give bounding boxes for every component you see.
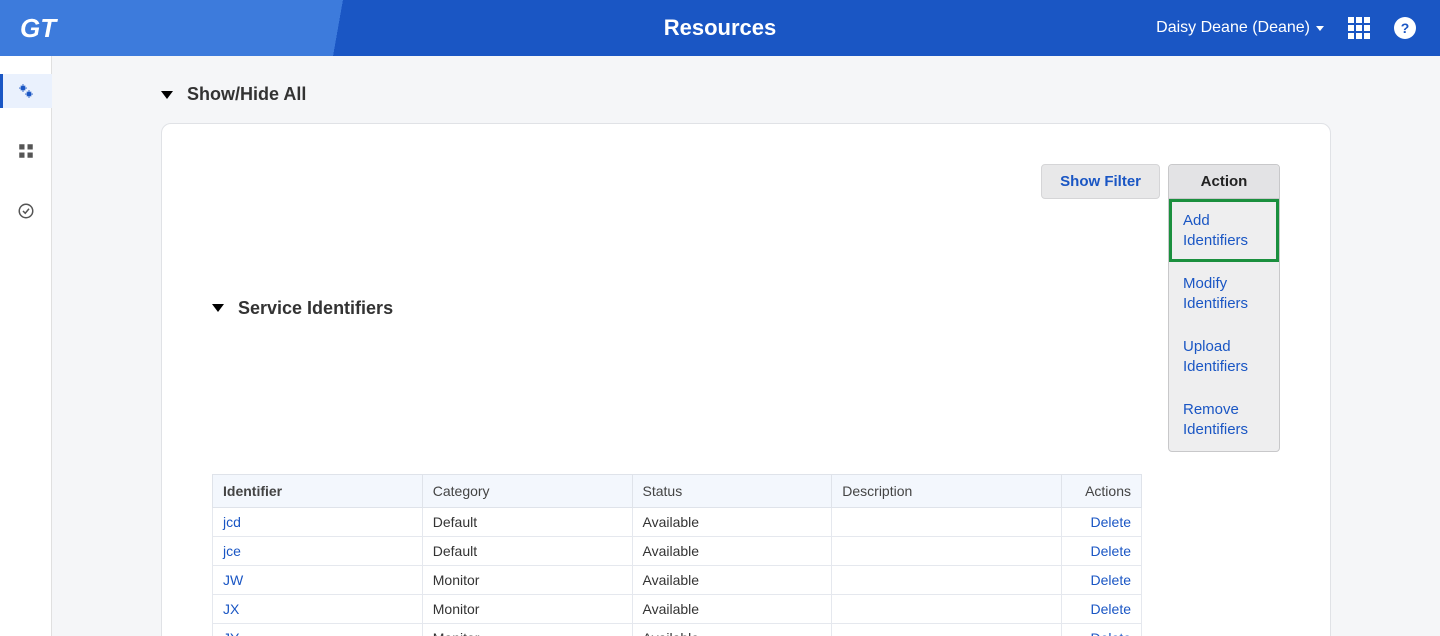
sidebar-item-settings[interactable] [0, 74, 52, 108]
col-description[interactable]: Description [832, 475, 1062, 508]
description-cell [832, 595, 1062, 624]
help-icon[interactable]: ? [1394, 17, 1416, 39]
action-dropdown: Action Add Identifiers Modify Identifier… [1168, 164, 1280, 452]
app-header: GT Resources Daisy Deane (Deane) ? [0, 0, 1440, 56]
action-menu-remove-identifiers[interactable]: Remove Identifiers [1169, 388, 1279, 451]
category-cell: Monitor [422, 566, 632, 595]
user-name: Daisy Deane (Deane) [1156, 19, 1310, 37]
caret-down-icon [161, 91, 173, 99]
status-cell: Available [632, 537, 832, 566]
status-cell: Available [632, 624, 832, 636]
table-row: jce DefaultAvailable Delete [213, 537, 1142, 566]
category-cell: Monitor [422, 595, 632, 624]
service-identifiers-header[interactable]: Service Identifiers [212, 298, 393, 319]
category-cell: Default [422, 537, 632, 566]
delete-link[interactable]: Delete [1091, 514, 1131, 530]
identifier-link[interactable]: jce [223, 543, 241, 559]
status-cell: Available [632, 566, 832, 595]
sidebar-item-dashboard[interactable] [0, 134, 52, 168]
col-category[interactable]: Category [422, 475, 632, 508]
action-menu-modify-identifiers[interactable]: Modify Identifiers [1169, 262, 1279, 325]
identifier-link[interactable]: jcd [223, 514, 241, 530]
delete-link[interactable]: Delete [1091, 572, 1131, 588]
toggle-all-label: Show/Hide All [187, 84, 306, 105]
show-filter-button[interactable]: Show Filter [1041, 164, 1160, 199]
apps-grid-icon[interactable] [1348, 17, 1370, 39]
toggle-all-header[interactable]: Show/Hide All [161, 84, 1331, 105]
status-cell: Available [632, 508, 832, 537]
service-identifiers-title: Service Identifiers [238, 298, 393, 319]
chevron-down-icon [1316, 26, 1324, 31]
header-accent [0, 0, 480, 56]
status-cell: Available [632, 595, 832, 624]
action-menu-upload-identifiers[interactable]: Upload Identifiers [1169, 325, 1279, 388]
content-panel: Service Identifiers Show Filter Action A… [161, 123, 1331, 636]
table-row: JX MonitorAvailable Delete [213, 595, 1142, 624]
action-menu-add-identifiers[interactable]: Add Identifiers [1169, 199, 1279, 262]
main-content: Show/Hide All Service Identifiers Show F… [52, 56, 1440, 636]
check-circle-icon [17, 202, 35, 220]
table-row: JY MonitorAvailable Delete [213, 624, 1142, 636]
delete-link[interactable]: Delete [1091, 543, 1131, 559]
identifier-link[interactable]: JW [223, 572, 243, 588]
col-identifier[interactable]: Identifier [213, 475, 423, 508]
identifiers-table: Identifier Category Status Description A… [212, 474, 1142, 636]
grid-icon [17, 142, 35, 160]
delete-link[interactable]: Delete [1091, 601, 1131, 617]
action-button[interactable]: Action [1169, 165, 1279, 199]
left-sidebar [0, 56, 52, 636]
col-status[interactable]: Status [632, 475, 832, 508]
table-header-row: Identifier Category Status Description A… [213, 475, 1142, 508]
caret-down-icon [212, 304, 224, 312]
table-row: JW MonitorAvailable Delete [213, 566, 1142, 595]
category-cell: Monitor [422, 624, 632, 636]
category-cell: Default [422, 508, 632, 537]
gears-icon [17, 82, 35, 100]
col-actions: Actions [1062, 475, 1142, 508]
table-row: jcd DefaultAvailable Delete [213, 508, 1142, 537]
description-cell [832, 624, 1062, 636]
description-cell [832, 566, 1062, 595]
identifier-link[interactable]: JY [223, 630, 239, 636]
description-cell [832, 508, 1062, 537]
delete-link[interactable]: Delete [1091, 630, 1131, 636]
app-logo[interactable]: GT [20, 13, 56, 44]
service-identifiers-section: Service Identifiers Show Filter Action A… [212, 164, 1280, 636]
user-menu[interactable]: Daisy Deane (Deane) [1156, 19, 1324, 37]
description-cell [832, 537, 1062, 566]
identifier-link[interactable]: JX [223, 601, 239, 617]
sidebar-item-approvals[interactable] [0, 194, 52, 228]
